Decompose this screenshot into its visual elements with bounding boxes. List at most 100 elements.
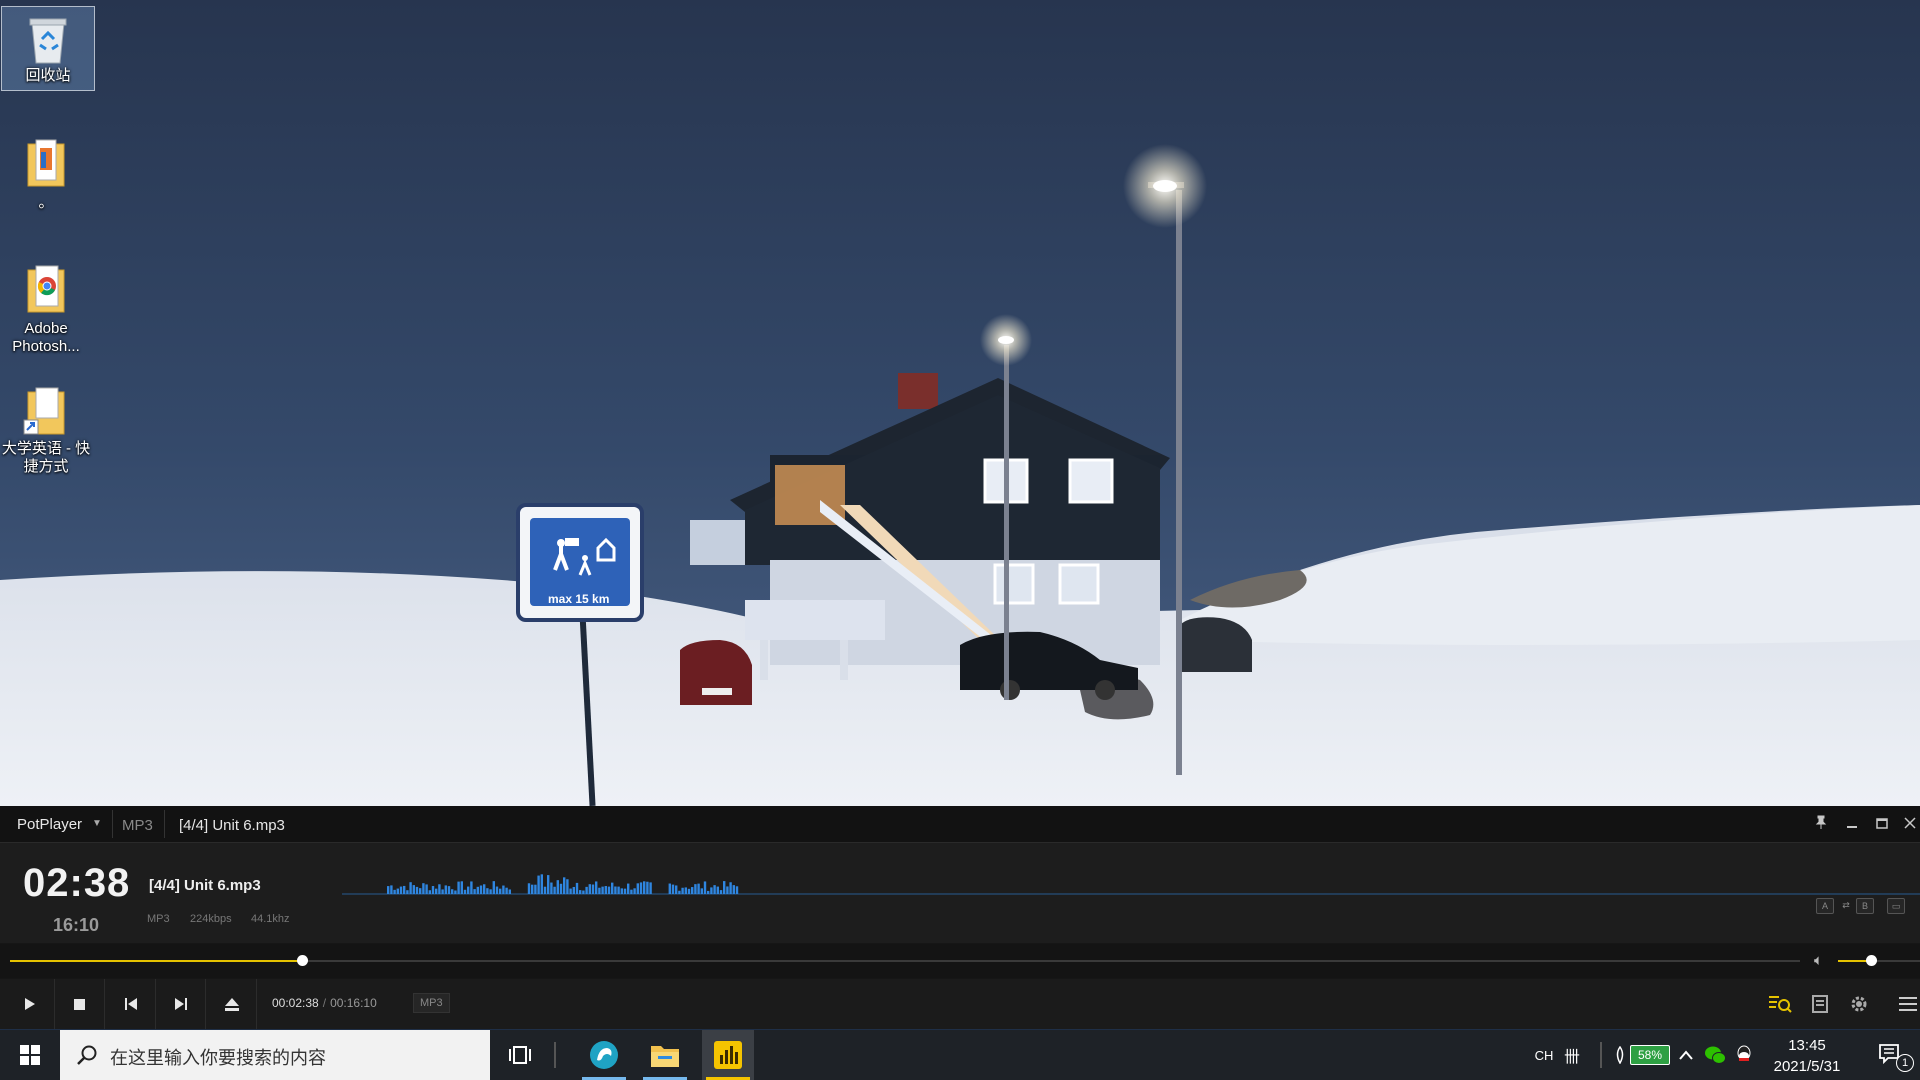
maximize-button[interactable] [1873, 815, 1891, 833]
spectrum-bar [460, 881, 463, 894]
desktop-icon-shortcut[interactable]: 。 [0, 128, 92, 212]
spectrum-bar [495, 886, 499, 894]
play-button[interactable] [5, 979, 55, 1029]
input-method-indicator[interactable]: CH [1532, 1030, 1556, 1080]
folder-shortcut-icon [23, 387, 65, 435]
spectrum-bar [476, 886, 479, 894]
desktop-icon-recycle-bin[interactable]: 回收站 [1, 6, 95, 91]
spectrum-bar [396, 888, 399, 894]
spectrum-bar [390, 885, 393, 894]
open-file-button[interactable] [207, 979, 257, 1029]
menu-button[interactable] [1896, 992, 1920, 1016]
chrome-folder-icon [27, 265, 65, 313]
seek-bar-handle[interactable] [296, 955, 308, 966]
spectrum-visualizer [342, 874, 1920, 895]
battery-indicator[interactable]: 58% [1628, 1030, 1672, 1080]
spectrum-bar [617, 886, 620, 894]
spectrum-bar [447, 886, 451, 894]
ime-mode-icon[interactable]: 卌 [1560, 1030, 1584, 1080]
spectrum-bar [585, 886, 588, 894]
settings-button[interactable] [1847, 992, 1871, 1016]
action-center-button[interactable]: 1 [1866, 1030, 1916, 1080]
spectrum-bar [735, 886, 739, 894]
minimize-button[interactable] [1843, 815, 1861, 833]
spectrum-bar [444, 885, 447, 894]
window-title: [4/4] Unit 6.mp3 [179, 817, 285, 834]
spectrum-bar [601, 886, 604, 894]
previous-icon [124, 998, 137, 1010]
spectrum-bar [636, 883, 639, 894]
spectrum-bar [483, 884, 486, 894]
spectrum-bar [729, 882, 732, 894]
spectrum-bar [668, 883, 671, 894]
spectrum-bar [409, 882, 412, 894]
spectrum-bar [566, 879, 569, 894]
sign-text: max 15 km [548, 592, 609, 606]
screen-icon[interactable]: ▭ [1887, 898, 1905, 914]
taskbar-app-potplayer[interactable] [702, 1030, 754, 1080]
clock-time: 13:45 [1788, 1037, 1826, 1054]
chevron-down-icon[interactable]: ▼ [92, 818, 102, 829]
taskbar-app-file-explorer[interactable] [639, 1030, 691, 1080]
seek-bar[interactable] [10, 955, 1800, 966]
next-button[interactable] [156, 979, 206, 1029]
wechat-tray-icon[interactable] [1702, 1030, 1728, 1080]
chevron-up-icon [1679, 1050, 1693, 1060]
volume-icon[interactable]: 🔈︎ [1814, 952, 1823, 969]
ab-repeat-a-button[interactable]: A [1816, 898, 1834, 914]
spectrum-bar [422, 883, 425, 894]
playlist-search-button[interactable] [1768, 992, 1792, 1016]
spectrum-bar [499, 888, 502, 894]
spectrum-bar [575, 882, 579, 894]
volume-slider[interactable] [1838, 955, 1920, 966]
close-button[interactable] [1901, 815, 1919, 833]
spectrum-bar [703, 881, 707, 894]
spectrum-bar [569, 888, 572, 894]
format-badge: MP3 [413, 993, 450, 1013]
hamburger-icon [1899, 997, 1917, 1011]
codec-label: MP3 [147, 913, 170, 925]
spectrum-bar [675, 885, 678, 894]
spectrum-bar [620, 888, 623, 894]
player-titlebar[interactable]: PotPlayer ▼ MP3 [4/4] Unit 6.mp3 [0, 806, 1920, 843]
repeat-icon[interactable]: ⇄ [1838, 898, 1854, 912]
volume-slider-handle[interactable] [1865, 955, 1877, 966]
system-clock[interactable]: 13:45 2021/5/31 [1752, 1035, 1862, 1077]
seek-bar-fill [10, 960, 302, 962]
desktop-wallpaper: max 15 km [0, 0, 1920, 806]
playlist-button[interactable] [1808, 992, 1832, 1016]
spectrum-bar [572, 886, 575, 894]
start-button[interactable] [0, 1030, 60, 1080]
stop-button[interactable] [55, 979, 105, 1029]
taskbar-search-box[interactable]: 在这里输入你要搜索的内容 [60, 1030, 490, 1080]
spectrum-bar [694, 884, 697, 894]
spectrum-bar [563, 877, 566, 894]
spectrum-bar [540, 874, 543, 894]
app-menu-button[interactable]: PotPlayer [17, 816, 82, 833]
spectrum-bar [678, 890, 681, 894]
spectrum-bar [687, 888, 691, 894]
spectrum-bar [607, 886, 611, 894]
taskbar-app-browser[interactable] [578, 1030, 630, 1080]
previous-button[interactable] [106, 979, 156, 1029]
pin-icon[interactable] [1812, 815, 1830, 833]
spectrum-bar [489, 889, 492, 894]
spectrum-bar [579, 890, 582, 894]
task-view-button[interactable] [494, 1030, 546, 1080]
spectrum-bar [726, 886, 729, 894]
spectrum-bar [387, 886, 390, 894]
spectrum-bar [399, 886, 403, 894]
spectrum-bar [393, 889, 396, 894]
spectrum-bar [550, 882, 553, 894]
desktop-icon-adobe-photoshop[interactable]: Adobe Photosh... [0, 252, 92, 356]
show-hidden-icons-button[interactable] [1676, 1030, 1696, 1080]
power-leaf-icon[interactable] [1610, 1030, 1630, 1080]
info-panel: 02:38 16:10 [4/4] Unit 6.mp3 MP3 224kbps… [0, 843, 1920, 943]
desktop-icon-college-english[interactable]: 大学英语 - 快捷方式 [0, 376, 92, 476]
spectrum-bar [630, 889, 633, 894]
spectrum-bar [425, 884, 428, 894]
ab-repeat-b-button[interactable]: B [1856, 898, 1874, 914]
elapsed-time: 00:02:38 [272, 996, 319, 1010]
spectrum-bar [473, 889, 476, 894]
battery-icon: 58% [1630, 1045, 1670, 1065]
